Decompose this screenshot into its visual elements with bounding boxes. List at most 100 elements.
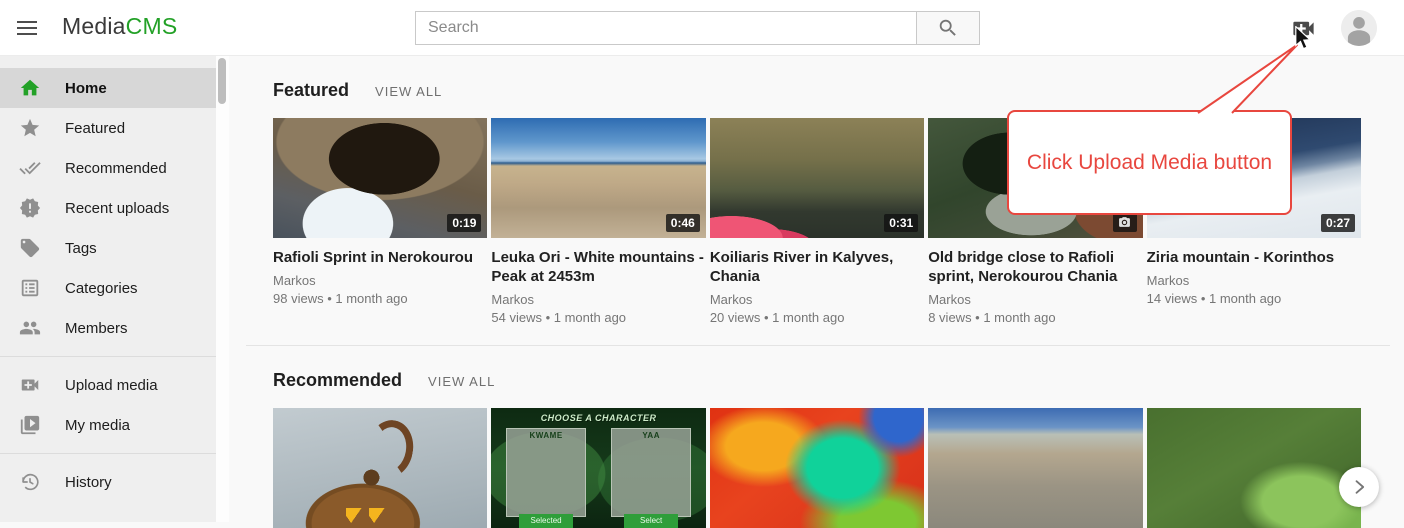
view-all-link[interactable]: VIEW ALL — [375, 84, 442, 99]
sidebar-item-recent-uploads[interactable]: Recent uploads — [0, 188, 216, 228]
sidebar-divider — [0, 356, 216, 357]
media-card[interactable]: CHOOSE A CHARACTERKWAMEYAASelectedSelect — [491, 408, 705, 528]
media-card[interactable]: 0:46 Leuka Ori - White mountains - Peak a… — [491, 118, 705, 325]
sidebar-item-featured[interactable]: Featured — [0, 108, 216, 148]
top-bar: MediaCMS — [0, 0, 1404, 56]
sidebar-item-history[interactable]: History — [0, 462, 216, 502]
video-title[interactable]: Leuka Ori - White mountains - Peak at 24… — [491, 248, 705, 286]
list-alt-icon — [19, 277, 41, 299]
sidebar-item-my-media[interactable]: My media — [0, 405, 216, 445]
section-header: Recommended VIEW ALL — [273, 370, 1404, 391]
video-call-icon — [19, 374, 41, 396]
new-releases-icon — [19, 197, 41, 219]
video-meta: 20 views • 1 month ago — [710, 310, 924, 325]
sidebar-item-label: My media — [65, 417, 130, 434]
duration-badge: 0:31 — [884, 214, 918, 232]
upload-media-icon — [1290, 15, 1317, 42]
featured-section: Featured VIEW ALL 0:19 Rafioli Sprint in … — [229, 80, 1404, 325]
section-divider — [246, 345, 1390, 346]
video-meta: 54 views • 1 month ago — [491, 310, 705, 325]
video-thumbnail[interactable]: 0:27 — [1147, 118, 1361, 238]
video-thumbnail[interactable] — [1147, 408, 1361, 528]
duration-badge: 0:46 — [666, 214, 700, 232]
sidebar-item-recommended[interactable]: Recommended — [0, 148, 216, 188]
image-type-badge — [1113, 213, 1137, 232]
sidebar-divider — [0, 453, 216, 454]
video-title[interactable]: Koiliaris River in Kalyves, Chania — [710, 248, 924, 286]
video-thumbnail[interactable] — [928, 118, 1142, 238]
video-thumbnail[interactable] — [710, 408, 924, 528]
video-thumbnail[interactable]: 0:31 — [710, 118, 924, 238]
video-library-icon — [19, 414, 41, 436]
people-icon — [19, 317, 41, 339]
upload-media-button[interactable] — [1289, 15, 1317, 41]
media-card[interactable] — [273, 408, 487, 528]
sidebar-item-label: History — [65, 474, 112, 491]
app-logo[interactable]: MediaCMS — [62, 13, 177, 40]
star-icon — [19, 117, 41, 139]
video-thumbnail[interactable]: 0:46 — [491, 118, 705, 238]
sidebar-item-label: Featured — [65, 120, 125, 137]
thumbnail-overlay-panel: KWAME — [506, 428, 585, 517]
main-content: Featured VIEW ALL 0:19 Rafioli Sprint in … — [229, 56, 1404, 528]
sidebar-item-tags[interactable]: Tags — [0, 228, 216, 268]
search-icon — [937, 17, 959, 39]
video-thumbnail[interactable]: 0:19 — [273, 118, 487, 238]
sidebar-item-home[interactable]: Home — [0, 68, 216, 108]
media-card[interactable]: 0:31 Koiliaris River in Kalyves, Chania Ma… — [710, 118, 924, 325]
media-card[interactable] — [710, 408, 924, 528]
thumbnail-overlay-title: CHOOSE A CHARACTER — [541, 413, 657, 423]
video-author[interactable]: Markos — [273, 273, 487, 288]
video-meta: 8 views • 1 month ago — [928, 310, 1142, 325]
sidebar-item-label: Home — [65, 80, 107, 97]
view-all-link[interactable]: VIEW ALL — [428, 374, 495, 389]
recommended-section: Recommended VIEW ALL CHOOSE A CHARACTER K… — [229, 370, 1404, 528]
media-card[interactable]: 0:27 Ziria mountain - Korinthos Markos 14 v… — [1147, 118, 1361, 325]
scrollbar-thumb[interactable] — [218, 58, 226, 104]
video-thumbnail[interactable] — [273, 408, 487, 528]
section-header: Featured VIEW ALL — [273, 80, 1404, 101]
hamburger-menu-icon[interactable] — [14, 16, 40, 40]
sidebar-item-upload-media[interactable]: Upload media — [0, 365, 216, 405]
done-all-icon — [19, 157, 41, 179]
video-author[interactable]: Markos — [1147, 273, 1361, 288]
person-icon — [1341, 10, 1377, 46]
search-input[interactable] — [416, 12, 916, 44]
video-author[interactable]: Markos — [491, 292, 705, 307]
chevron-right-icon — [1349, 477, 1369, 497]
media-card[interactable] — [928, 408, 1142, 528]
video-thumbnail[interactable]: CHOOSE A CHARACTERKWAMEYAASelectedSelect — [491, 408, 705, 528]
sidebar: Home Featured Recommended Recent uploads… — [0, 56, 216, 522]
video-meta: 14 views • 1 month ago — [1147, 291, 1361, 306]
search-bar — [415, 11, 980, 45]
sidebar-item-categories[interactable]: Categories — [0, 268, 216, 308]
recommended-card-row: CHOOSE A CHARACTERKWAMEYAASelectedSelect — [273, 408, 1361, 528]
sidebar-item-label: Tags — [65, 240, 97, 257]
camera-icon — [1118, 216, 1131, 229]
search-button[interactable] — [916, 12, 979, 44]
sidebar-item-members[interactable]: Members — [0, 308, 216, 348]
video-title[interactable]: Ziria mountain - Korinthos — [1147, 248, 1361, 267]
media-card[interactable] — [1147, 408, 1361, 528]
sidebar-scrollbar[interactable] — [216, 56, 229, 522]
media-card[interactable]: Old bridge close to Rafioli sprint, Nero… — [928, 118, 1142, 325]
video-author[interactable]: Markos — [710, 292, 924, 307]
video-author[interactable]: Markos — [928, 292, 1142, 307]
sidebar-item-label: Upload media — [65, 377, 158, 394]
thumbnail-overlay-button: Select — [624, 514, 678, 528]
carousel-next-button[interactable] — [1339, 467, 1379, 507]
featured-card-row: 0:19 Rafioli Sprint in Nerokourou Markos 98… — [273, 118, 1361, 325]
video-thumbnail[interactable] — [928, 408, 1142, 528]
video-meta: 98 views • 1 month ago — [273, 291, 487, 306]
video-title[interactable]: Old bridge close to Rafioli sprint, Nero… — [928, 248, 1142, 286]
video-title[interactable]: Rafioli Sprint in Nerokourou — [273, 248, 487, 267]
logo-cms: CMS — [126, 13, 178, 39]
tag-icon — [19, 237, 41, 259]
user-avatar[interactable] — [1341, 10, 1377, 46]
logo-media: Media — [62, 13, 126, 39]
thumbnail-overlay-button: Selected — [519, 514, 573, 528]
duration-badge: 0:27 — [1321, 214, 1355, 232]
sidebar-item-label: Recent uploads — [65, 200, 169, 217]
media-card[interactable]: 0:19 Rafioli Sprint in Nerokourou Markos 98… — [273, 118, 487, 325]
section-title: Recommended — [273, 370, 402, 391]
